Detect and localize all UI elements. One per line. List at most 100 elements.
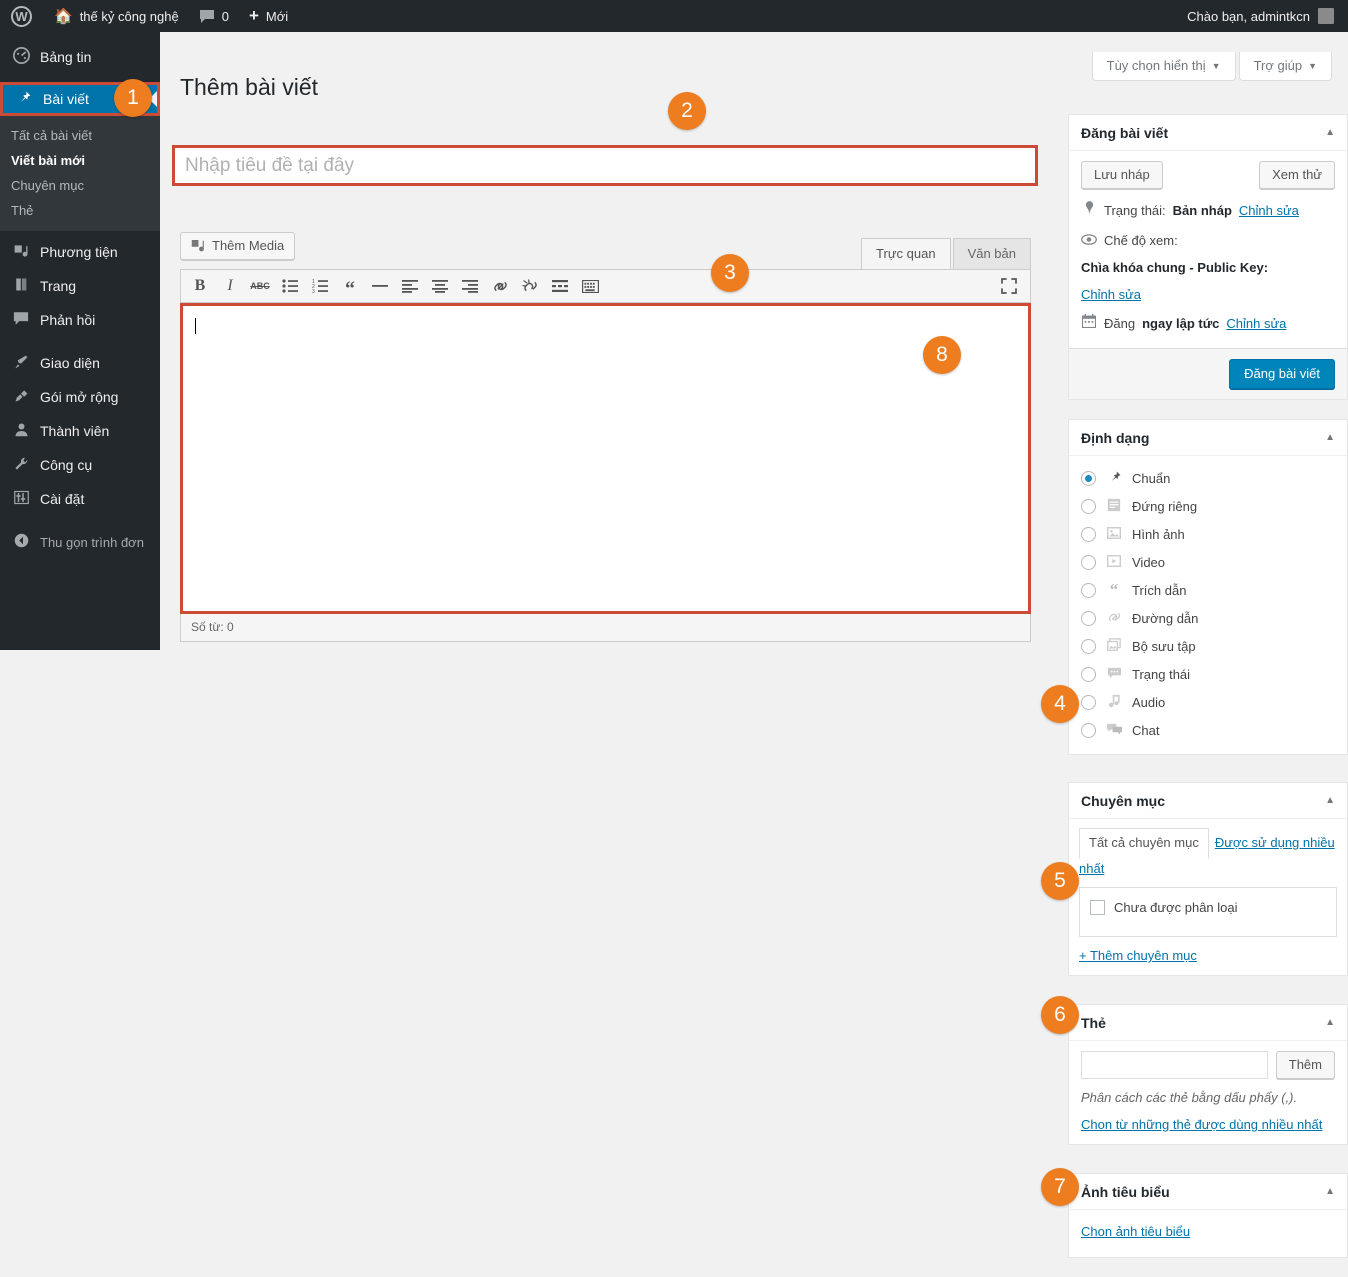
tag-input[interactable] bbox=[1081, 1051, 1268, 1079]
format-option-image[interactable]: Hình ảnh bbox=[1081, 520, 1335, 548]
format-option-video[interactable]: Video bbox=[1081, 548, 1335, 576]
edit-visibility-link[interactable]: Chỉnh sửa bbox=[1081, 285, 1141, 305]
submenu-add-new-post[interactable]: Viết bài mới bbox=[0, 148, 160, 173]
sidebar-item-tools[interactable]: Công cụ bbox=[0, 448, 160, 482]
chevron-up-icon[interactable]: ▲ bbox=[1325, 795, 1335, 806]
chevron-up-icon[interactable]: ▲ bbox=[1325, 1017, 1335, 1028]
publish-button[interactable]: Đăng bài viết bbox=[1229, 359, 1335, 389]
remove-link-icon[interactable] bbox=[515, 272, 545, 300]
insert-link-icon[interactable] bbox=[485, 272, 515, 300]
sidebar-item-appearance[interactable]: Giao diện bbox=[0, 346, 160, 380]
bulleted-list-icon[interactable] bbox=[275, 272, 305, 300]
sidebar-item-media[interactable]: Phương tiện bbox=[0, 235, 160, 269]
radio-quote[interactable] bbox=[1081, 582, 1096, 598]
publish-metabox-header[interactable]: Đăng bài viết ▲ bbox=[1069, 115, 1347, 151]
sidebar-item-settings[interactable]: Cài đặt bbox=[0, 482, 160, 516]
tab-visual[interactable]: Trực quan bbox=[861, 238, 951, 270]
category-metabox-header[interactable]: Chuyên mục ▲ bbox=[1069, 783, 1347, 819]
read-more-icon[interactable] bbox=[545, 272, 575, 300]
submenu-tags[interactable]: Thẻ bbox=[0, 198, 160, 223]
sidebar-item-label: Cài đặt bbox=[40, 491, 85, 507]
format-option-standard[interactable]: Chuẩn bbox=[1081, 464, 1335, 492]
choose-popular-tags-link[interactable]: Chon từ những thẻ được dùng nhiều nhất bbox=[1081, 1117, 1322, 1132]
wordpress-logo-menu[interactable] bbox=[0, 0, 44, 32]
checkbox-uncategorized[interactable] bbox=[1090, 900, 1105, 915]
edit-status-link[interactable]: Chỉnh sửa bbox=[1239, 201, 1299, 222]
sidebar-item-plugins[interactable]: Gói mở rộng bbox=[0, 380, 160, 414]
sidebar-item-dashboard[interactable]: Bảng tin bbox=[0, 40, 160, 74]
sidebar-item-users[interactable]: Thành viên bbox=[0, 414, 160, 448]
radio-link[interactable] bbox=[1081, 610, 1096, 626]
submenu-all-posts[interactable]: Tất cả bài viết bbox=[0, 123, 160, 148]
screen-options-button[interactable]: Tùy chọn hiển thị ▼ bbox=[1091, 52, 1236, 81]
post-status-label: Trạng thái: bbox=[1104, 203, 1166, 218]
tag-metabox-header[interactable]: Thẻ ▲ bbox=[1069, 1005, 1347, 1041]
sidebar-item-pages[interactable]: Trang bbox=[0, 269, 160, 303]
help-button[interactable]: Trợ giúp ▼ bbox=[1238, 52, 1332, 81]
site-name-menu[interactable]: 🏠 thế kỷ công nghệ bbox=[44, 0, 189, 32]
format-option-quote[interactable]: “ Trích dẫn bbox=[1081, 576, 1335, 604]
align-right-icon[interactable] bbox=[455, 272, 485, 300]
greeting-label: Chào bạn, admintkcn bbox=[1187, 8, 1310, 24]
new-content-label: Mới bbox=[265, 8, 289, 24]
post-visibility-value: Chìa khóa chung - Public Key: bbox=[1081, 260, 1269, 275]
format-option-link[interactable]: Đường dẫn bbox=[1081, 604, 1335, 632]
format-option-audio[interactable]: Audio bbox=[1081, 688, 1335, 716]
new-content-menu[interactable]: + Mới bbox=[239, 0, 298, 32]
category-item-uncategorized[interactable]: Chưa được phân loại bbox=[1090, 900, 1238, 915]
set-featured-image-link[interactable]: Chon ảnh tiêu biểu bbox=[1081, 1224, 1190, 1239]
blockquote-icon[interactable]: “ bbox=[335, 272, 365, 300]
edit-schedule-link[interactable]: Chỉnh sửa bbox=[1226, 314, 1286, 334]
horizontal-rule-icon[interactable] bbox=[365, 272, 395, 300]
publish-actions-row: Lưu nháp Xem thử bbox=[1081, 161, 1335, 189]
strikethrough-icon[interactable]: ABC bbox=[245, 272, 275, 300]
preview-button[interactable]: Xem thử bbox=[1259, 161, 1335, 189]
chevron-up-icon[interactable]: ▲ bbox=[1325, 1186, 1335, 1197]
format-option-gallery[interactable]: Bộ sưu tập bbox=[1081, 632, 1335, 660]
save-draft-button[interactable]: Lưu nháp bbox=[1081, 161, 1163, 189]
add-tag-button[interactable]: Thêm bbox=[1275, 1051, 1335, 1079]
chevron-up-icon[interactable]: ▲ bbox=[1325, 127, 1335, 138]
radio-audio[interactable] bbox=[1081, 694, 1096, 710]
featured-image-metabox-header[interactable]: Ảnh tiêu biểu ▲ bbox=[1069, 1174, 1347, 1210]
tab-all-categories[interactable]: Tất cả chuyên mục bbox=[1079, 828, 1209, 859]
tab-text[interactable]: Văn bản bbox=[952, 238, 1031, 270]
radio-standard[interactable] bbox=[1081, 470, 1096, 486]
collapse-menu-button[interactable]: Thu gọn trình đơn bbox=[0, 525, 160, 559]
format-metabox-wrapper: Định dạng ▲ Chuẩn Đứng riêng Hình ảnh Vi… bbox=[1041, 419, 1348, 755]
add-media-label: Thêm Media bbox=[212, 238, 285, 253]
post-schedule-label: Đăng bbox=[1104, 316, 1136, 331]
my-account-menu[interactable]: Chào bạn, admintkcn bbox=[1187, 8, 1348, 24]
align-left-icon[interactable] bbox=[395, 272, 425, 300]
chevron-up-icon[interactable]: ▲ bbox=[1325, 432, 1335, 443]
radio-aside[interactable] bbox=[1081, 498, 1096, 514]
italic-icon[interactable]: I bbox=[215, 272, 245, 300]
comments-menu[interactable]: 0 bbox=[189, 0, 239, 32]
format-option-aside[interactable]: Đứng riêng bbox=[1081, 492, 1335, 520]
format-metabox-header[interactable]: Định dạng ▲ bbox=[1069, 420, 1347, 456]
radio-video[interactable] bbox=[1081, 554, 1096, 570]
avatar bbox=[1318, 8, 1334, 24]
post-visibility-row: Chế độ xem: Chìa khóa chung - Public Key… bbox=[1081, 231, 1335, 305]
keyboard-shortcuts-icon[interactable] bbox=[575, 272, 605, 300]
pin-icon bbox=[14, 90, 34, 109]
align-center-icon[interactable] bbox=[425, 272, 455, 300]
radio-image[interactable] bbox=[1081, 526, 1096, 542]
bold-icon[interactable]: B bbox=[185, 272, 215, 300]
radio-gallery[interactable] bbox=[1081, 638, 1096, 654]
format-option-status[interactable]: Trạng thái bbox=[1081, 660, 1335, 688]
editor-content-area[interactable] bbox=[180, 303, 1031, 614]
format-option-chat[interactable]: Chat bbox=[1081, 716, 1335, 744]
posts-submenu: Tất cả bài viết Viết bài mới Chuyên mục … bbox=[0, 116, 160, 231]
fullscreen-expand-icon[interactable] bbox=[994, 272, 1024, 300]
comment-bubble-icon bbox=[199, 9, 214, 23]
add-new-category-link[interactable]: + Thêm chuyên mục bbox=[1079, 948, 1337, 963]
radio-chat[interactable] bbox=[1081, 722, 1096, 738]
submenu-categories[interactable]: Chuyên mục bbox=[0, 173, 160, 198]
post-title-input[interactable] bbox=[175, 148, 1035, 183]
numbered-list-icon[interactable]: 123 bbox=[305, 272, 335, 300]
radio-status[interactable] bbox=[1081, 666, 1096, 682]
sidebar-item-label: Giao diện bbox=[40, 355, 100, 371]
add-media-button[interactable]: Thêm Media bbox=[180, 232, 296, 260]
sidebar-item-comments[interactable]: Phản hồi bbox=[0, 303, 160, 337]
